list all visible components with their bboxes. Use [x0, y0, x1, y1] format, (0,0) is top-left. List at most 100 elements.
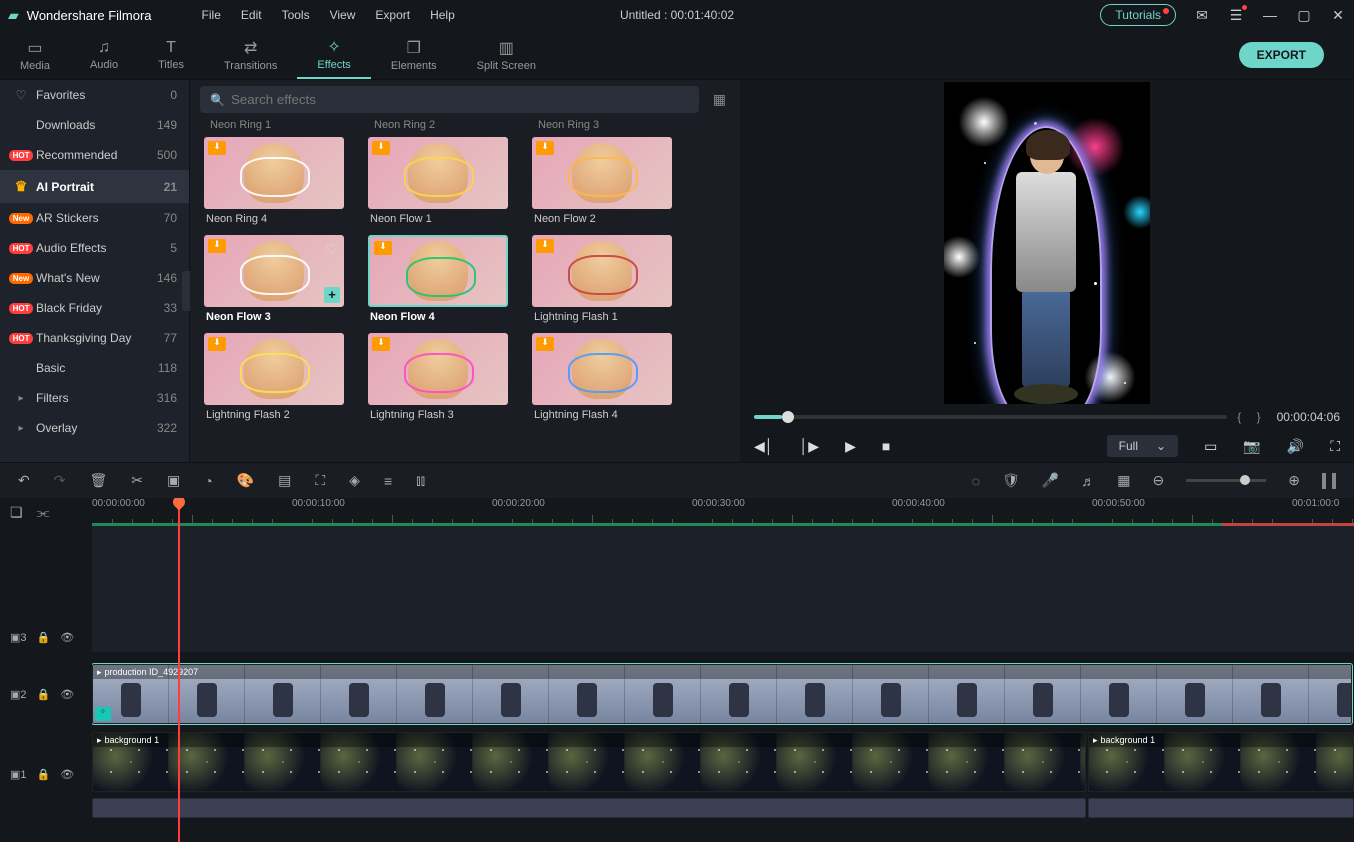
effect-thumb[interactable]: ⬇♡+ — [204, 235, 344, 307]
marker-icon[interactable]: 🛡 — [1002, 472, 1020, 489]
lock-icon[interactable]: 🔒 — [37, 688, 51, 701]
scrub-pause-icon[interactable] — [1322, 473, 1336, 489]
audio-clip-b[interactable] — [1088, 798, 1354, 818]
search-input[interactable] — [231, 92, 689, 107]
close-icon[interactable]: ✕ — [1330, 7, 1346, 24]
effect-thumb[interactable]: ⬇ — [368, 333, 508, 405]
tab-titles[interactable]: TTitles — [138, 30, 204, 79]
volume-icon[interactable]: 🔊 — [1287, 438, 1304, 455]
audio-icon[interactable]: ⫾⫾ — [416, 472, 425, 489]
play-icon[interactable]: ▶ — [845, 438, 856, 455]
playhead[interactable] — [178, 498, 180, 842]
lock-icon[interactable]: 🔒 — [37, 768, 51, 781]
crop-icon[interactable]: ▣ — [167, 472, 180, 489]
eye-icon[interactable]: 👁 — [60, 631, 74, 644]
menu-tools[interactable]: Tools — [282, 8, 310, 22]
sidebar-item-ar-stickers[interactable]: NewAR Stickers70 — [0, 203, 189, 233]
mixer-icon[interactable]: ♬ — [1081, 473, 1095, 489]
sidebar-item-what-s-new[interactable]: NewWhat's New146 — [0, 263, 189, 293]
sidebar-item-audio-effects[interactable]: HOTAudio Effects5 — [0, 233, 189, 263]
adjust-icon[interactable]: ≡ — [384, 473, 392, 489]
clip-background-a[interactable]: ▸background 1 — [92, 732, 1086, 792]
eye-icon[interactable]: 👁 — [60, 768, 74, 781]
expand-handle-icon[interactable] — [182, 271, 190, 311]
tab-elements[interactable]: ❐Elements — [371, 30, 457, 79]
tab-effects[interactable]: ✧Effects — [297, 30, 370, 79]
heart-icon[interactable]: ♡ — [325, 241, 338, 258]
effect-card-neon-flow-2[interactable]: ⬇Neon Flow 2 — [532, 137, 672, 229]
speed-icon[interactable]: ◔ — [204, 473, 212, 489]
redo-icon[interactable]: ↷ — [54, 472, 66, 489]
tab-audio[interactable]: ♫Audio — [70, 30, 138, 79]
zoom-out-icon[interactable]: ⊖ — [1153, 472, 1165, 489]
effects-sidebar[interactable]: ♡Favorites0Downloads149HOTRecommended500… — [0, 80, 190, 462]
lock-icon[interactable]: 🔒 — [37, 631, 51, 644]
tutorials-button[interactable]: Tutorials — [1100, 4, 1176, 26]
delete-icon[interactable]: 🗑 — [89, 472, 107, 489]
timeline-ruler[interactable]: 00:00:00:0000:00:10:0000:00:20:0000:00:3… — [92, 498, 1354, 526]
grid-view-icon[interactable]: ▦ — [709, 87, 730, 112]
sidebar-item-thanksgiving-day[interactable]: HOTThanksgiving Day77 — [0, 323, 189, 353]
timeline-tracks[interactable]: 00:00:00:0000:00:10:0000:00:20:0000:00:3… — [92, 498, 1354, 842]
greenscreen-icon[interactable]: ▤ — [278, 472, 291, 489]
magnet-icon[interactable]: ⫘ — [37, 504, 50, 521]
menu-help[interactable]: Help — [430, 8, 455, 22]
preview-scrub-slider[interactable] — [754, 415, 1227, 419]
track-head-2[interactable]: ▣2🔒👁 — [0, 664, 92, 724]
tab-splitscreen[interactable]: ▥Split Screen — [457, 30, 556, 79]
menu-view[interactable]: View — [330, 8, 356, 22]
quality-dropdown[interactable]: Full⌄ — [1107, 435, 1178, 457]
effect-card-neon-ring-4[interactable]: ⬇Neon Ring 4 — [204, 137, 344, 229]
sidebar-item-overlay[interactable]: ▸Overlay322 — [0, 413, 189, 443]
zoom-in-icon[interactable]: ⊕ — [1288, 472, 1300, 489]
tab-transitions[interactable]: ⇄Transitions — [204, 30, 297, 79]
audio-clip-a[interactable] — [92, 798, 1086, 818]
split-icon[interactable]: ✂ — [131, 472, 143, 489]
zoom-slider[interactable] — [1186, 479, 1266, 482]
effect-card-lightning-flash-4[interactable]: ⬇Lightning Flash 4 — [532, 333, 672, 425]
track-icon[interactable]: ▦ — [1117, 472, 1130, 489]
effect-thumb[interactable]: ⬇ — [532, 137, 672, 209]
tasks-icon[interactable]: ☰ — [1228, 7, 1244, 24]
step-forward-icon[interactable]: │▶ — [800, 438, 820, 455]
effect-card-lightning-flash-2[interactable]: ⬇Lightning Flash 2 — [204, 333, 344, 425]
clip-production[interactable]: ▸production ID_4929207 ✧ — [92, 664, 1352, 724]
step-back-icon[interactable]: ◀│ — [754, 438, 774, 455]
voiceover-icon[interactable]: 🎤 — [1042, 472, 1059, 489]
undo-icon[interactable]: ↶ — [18, 472, 30, 489]
effect-card-lightning-flash-3[interactable]: ⬇Lightning Flash 3 — [368, 333, 508, 425]
track-head-1[interactable]: ▣1🔒👁 — [0, 732, 92, 817]
sidebar-item-filters[interactable]: ▸Filters316 — [0, 383, 189, 413]
search-box[interactable]: 🔍 — [200, 86, 699, 113]
clip-background-b[interactable]: ▸background 1 — [1088, 732, 1354, 792]
effect-thumb[interactable]: ⬇ — [368, 137, 508, 209]
sidebar-item-black-friday[interactable]: HOTBlack Friday33 — [0, 293, 189, 323]
minimize-icon[interactable]: — — [1262, 7, 1278, 23]
effect-thumb[interactable]: ⬇ — [532, 333, 672, 405]
fullscreen-icon[interactable]: ⛶ — [1330, 438, 1340, 455]
stop-icon[interactable]: ■ — [882, 438, 890, 454]
menu-edit[interactable]: Edit — [241, 8, 262, 22]
effect-thumb[interactable]: ⬇ — [204, 333, 344, 405]
sidebar-item-downloads[interactable]: Downloads149 — [0, 110, 189, 140]
screen-icon[interactable]: ▭ — [1204, 438, 1217, 455]
mail-icon[interactable]: ✉ — [1194, 7, 1210, 24]
effect-card-lightning-flash-1[interactable]: ⬇Lightning Flash 1 — [532, 235, 672, 327]
sidebar-item-ai-portrait[interactable]: ♛AI Portrait21 — [0, 170, 189, 203]
render-icon[interactable]: ◌ — [972, 473, 980, 489]
detect-icon[interactable]: ⛶ — [315, 472, 325, 489]
snapshot-icon[interactable]: 📷 — [1243, 438, 1260, 455]
tab-media[interactable]: ▭Media — [0, 30, 70, 79]
effect-thumb[interactable]: ⬇ — [204, 137, 344, 209]
menu-file[interactable]: File — [202, 8, 221, 22]
effect-card-neon-flow-4[interactable]: ⬇Neon Flow 4 — [368, 235, 508, 327]
effect-thumb[interactable]: ⬇ — [532, 235, 672, 307]
ripple-icon[interactable]: ❏ — [10, 504, 23, 521]
bracket-markers-icon[interactable]: { } — [1237, 410, 1266, 424]
track-head-3[interactable]: ▣3🔒👁 — [0, 622, 92, 652]
sidebar-item-favorites[interactable]: ♡Favorites0 — [0, 80, 189, 110]
maximize-icon[interactable]: ▢ — [1296, 7, 1312, 24]
effect-card-neon-flow-1[interactable]: ⬇Neon Flow 1 — [368, 137, 508, 229]
keyframe-icon[interactable]: ◈ — [349, 472, 360, 489]
sidebar-item-basic[interactable]: Basic118 — [0, 353, 189, 383]
